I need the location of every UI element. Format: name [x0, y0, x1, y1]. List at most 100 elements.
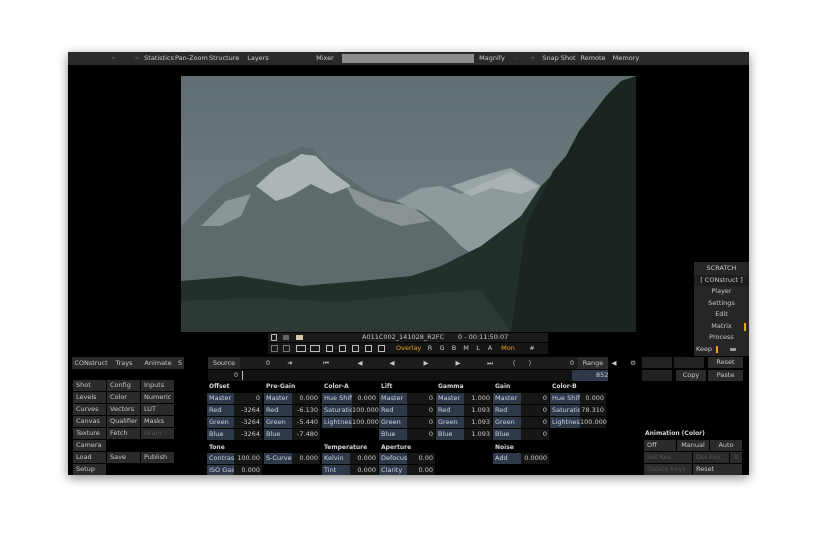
- menu-qualifier[interactable]: Qualifier: [107, 416, 140, 427]
- side-menu-construct[interactable]: [ CONstruct ]: [694, 275, 749, 286]
- tab-animate[interactable]: Animate: [144, 357, 172, 369]
- tab-construct[interactable]: CONstruct: [72, 357, 110, 369]
- tab-s[interactable]: S: [176, 357, 184, 369]
- diagonal-icon[interactable]: [378, 345, 385, 352]
- scurve-value[interactable]: 0.000: [292, 453, 320, 464]
- menu-load[interactable]: Load: [73, 452, 106, 463]
- structure-button[interactable]: Structure: [209, 52, 239, 65]
- menu-texture[interactable]: Texture: [73, 428, 106, 439]
- play-reverse-icon[interactable]: ◀: [386, 357, 398, 369]
- lock-icon[interactable]: [271, 334, 277, 341]
- range-button[interactable]: Range: [578, 357, 608, 369]
- zoom-in-button[interactable]: +: [528, 52, 538, 65]
- lift-green-value[interactable]: 0: [407, 417, 435, 428]
- viewer-image[interactable]: [181, 76, 636, 332]
- menu-vectors[interactable]: Vectors: [107, 404, 140, 415]
- colora-saturation-value[interactable]: 100.000: [352, 405, 379, 416]
- forward-arrow-icon[interactable]: →: [130, 52, 142, 65]
- step-forward-icon[interactable]: ➜: [284, 357, 296, 369]
- reset-button[interactable]: Reset: [708, 357, 743, 368]
- pregain-blue-value[interactable]: -7.480: [292, 429, 320, 440]
- play-icon[interactable]: ▶: [420, 357, 432, 369]
- go-start-icon[interactable]: ⏮: [320, 357, 332, 369]
- tab-trays[interactable]: Trays: [112, 357, 136, 369]
- gain-master-value[interactable]: 0: [521, 393, 549, 404]
- layers-button[interactable]: Layers: [243, 52, 273, 65]
- noise-add-value[interactable]: 0.0000: [521, 453, 549, 464]
- fit-icon[interactable]: [352, 345, 359, 352]
- gamma-blue-value[interactable]: 1.093: [464, 429, 492, 440]
- pregain-red-value[interactable]: -6.130: [292, 405, 320, 416]
- colorb-saturation-value[interactable]: 78.310: [580, 405, 606, 416]
- timeline-track[interactable]: 0 852: [208, 370, 608, 381]
- playhead[interactable]: [242, 371, 243, 380]
- menu-inputs[interactable]: Inputs: [141, 380, 174, 391]
- channel-m[interactable]: M: [462, 343, 470, 354]
- offset-master-value[interactable]: 0: [234, 393, 262, 404]
- side-menu-edit[interactable]: Edit: [694, 309, 749, 320]
- menu-lut[interactable]: LUT: [141, 404, 174, 415]
- expand-icon[interactable]: [365, 345, 372, 352]
- colorb-hue-value[interactable]: 0.000: [580, 393, 606, 404]
- colora-lightness-value[interactable]: 100.000: [352, 417, 379, 428]
- aperture-defocus-value[interactable]: 0.00: [407, 453, 435, 464]
- animation-auto-button[interactable]: Auto: [710, 440, 742, 451]
- side-menu-player[interactable]: Player: [694, 286, 749, 297]
- animation-manual-button[interactable]: Manual: [677, 440, 709, 451]
- color-swatch-icon[interactable]: [296, 335, 303, 340]
- side-menu-process[interactable]: Process: [694, 332, 749, 343]
- set-key-button[interactable]: Set Key: [644, 452, 692, 463]
- flag-icon[interactable]: [283, 335, 289, 340]
- mark-in-icon[interactable]: ⟨: [508, 357, 520, 369]
- menu-canvas[interactable]: Canvas: [73, 416, 106, 427]
- aperture-clarity-value[interactable]: 0.00: [407, 465, 435, 475]
- tone-contrast-value[interactable]: 100.00: [234, 453, 262, 464]
- temperature-kelvin-value[interactable]: 0.000: [350, 453, 378, 464]
- animation-reset-button[interactable]: Reset: [693, 464, 742, 475]
- channel-r[interactable]: R: [426, 343, 434, 354]
- menu-color[interactable]: Color: [107, 392, 140, 403]
- side-menu-matrix[interactable]: Matrix: [694, 321, 749, 332]
- keep-icon[interactable]: [730, 348, 736, 351]
- compare-icon[interactable]: [310, 345, 320, 352]
- minus-icon[interactable]: [326, 345, 333, 352]
- menu-levels[interactable]: Levels: [73, 392, 106, 403]
- overlay-button[interactable]: Overlay: [396, 343, 421, 354]
- delete-keys-button[interactable]: Delete Keys: [644, 464, 692, 475]
- zoom-out-button[interactable]: –: [512, 52, 522, 65]
- side-menu-settings[interactable]: Settings: [694, 298, 749, 309]
- pregain-master-value[interactable]: 0.000: [292, 393, 320, 404]
- grid-icon[interactable]: #: [526, 343, 538, 354]
- menu-masks[interactable]: Masks: [141, 416, 174, 427]
- menu-camera[interactable]: Camera: [73, 440, 106, 451]
- mark-out-icon[interactable]: ⟩: [524, 357, 536, 369]
- frame-icon[interactable]: [271, 345, 278, 352]
- menu-setup[interactable]: Setup: [73, 464, 106, 475]
- gain-green-value[interactable]: 0: [521, 417, 549, 428]
- paste-button[interactable]: Paste: [708, 370, 743, 381]
- colora-hue-value[interactable]: 0.000: [352, 393, 378, 404]
- channel-a[interactable]: A: [486, 343, 494, 354]
- pan-zoom-button[interactable]: Pan-Zoom: [175, 52, 208, 65]
- settings-gear-icon[interactable]: ⚙: [628, 357, 638, 369]
- menu-numeric[interactable]: Numeric: [141, 392, 174, 403]
- gamma-green-value[interactable]: 1.093: [464, 417, 492, 428]
- channel-g[interactable]: G: [438, 343, 446, 354]
- mixer-slider[interactable]: [342, 54, 474, 63]
- copy-button[interactable]: Copy: [676, 370, 706, 381]
- gain-blue-value[interactable]: 0: [521, 429, 549, 440]
- memory-button[interactable]: Memory: [611, 52, 641, 65]
- animation-off-button[interactable]: Off: [644, 440, 676, 451]
- channel-l[interactable]: L: [474, 343, 482, 354]
- menu-shot[interactable]: Shot: [73, 380, 106, 391]
- lift-master-value[interactable]: 0: [407, 393, 435, 404]
- mon-button[interactable]: Mon: [500, 343, 516, 354]
- source-button[interactable]: Source: [208, 357, 240, 369]
- menu-save[interactable]: Save: [107, 452, 140, 463]
- snap-shot-button[interactable]: Snap Shot: [542, 52, 576, 65]
- safe-area-icon[interactable]: [283, 345, 290, 352]
- lift-blue-value[interactable]: 0: [407, 429, 435, 440]
- gain-red-value[interactable]: 0: [521, 405, 549, 416]
- del-key-button[interactable]: Del Key: [693, 452, 729, 463]
- close-key-icon[interactable]: X: [730, 452, 742, 463]
